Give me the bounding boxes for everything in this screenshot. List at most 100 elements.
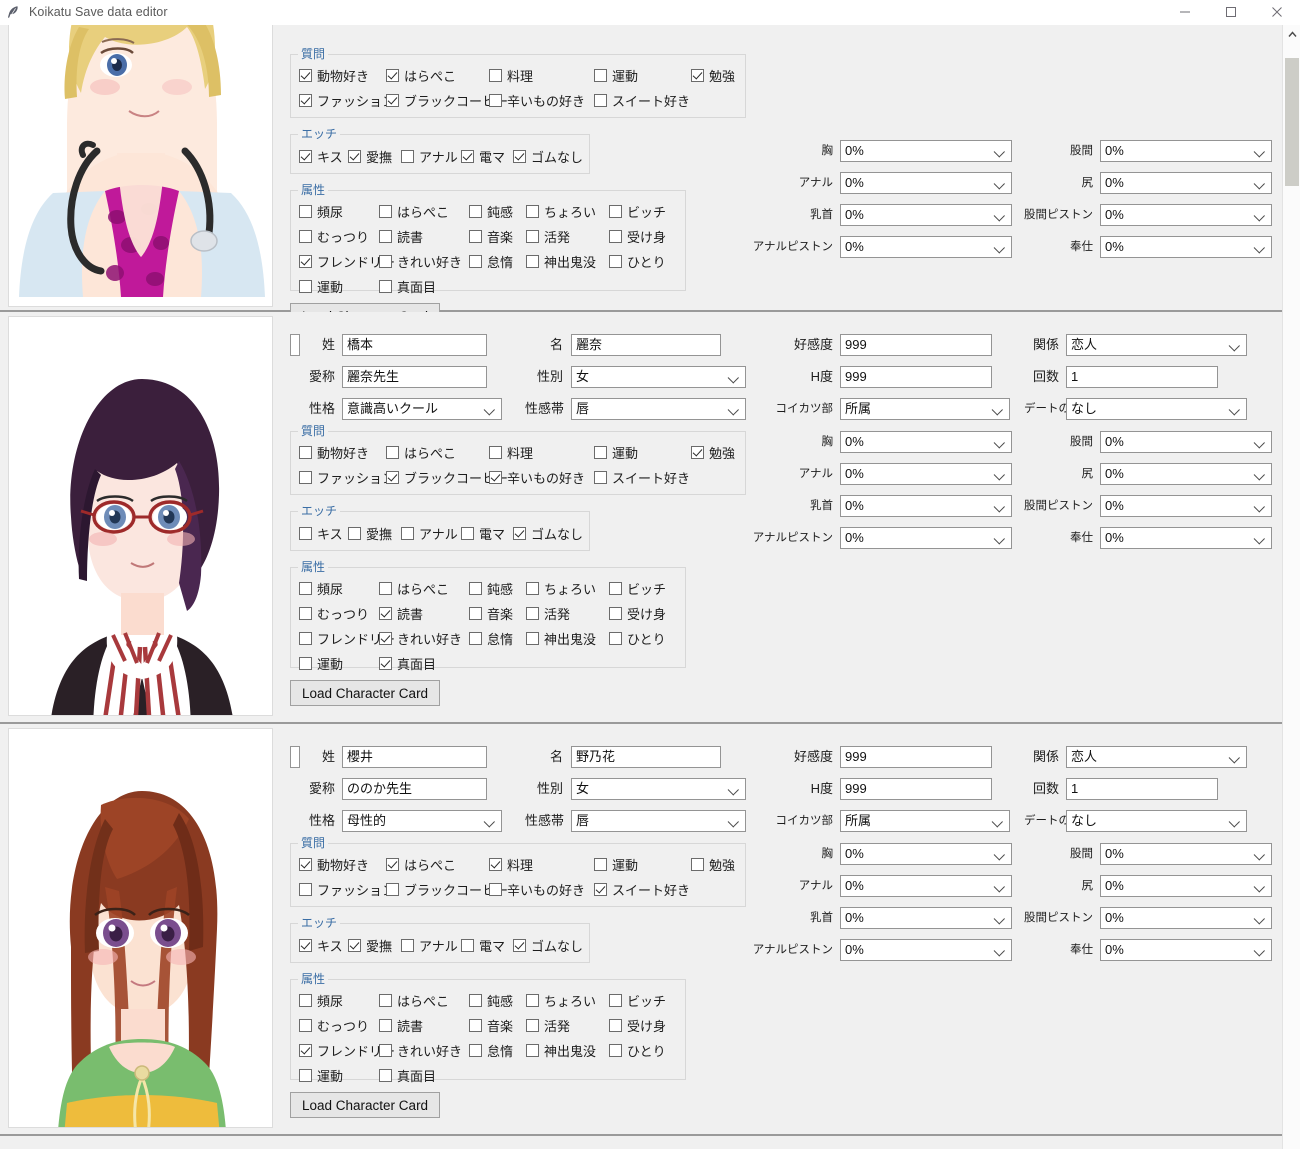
checkbox-box[interactable] (299, 149, 312, 163)
breast-select[interactable]: 0% (840, 843, 1012, 865)
given-name-input[interactable]: 麗奈 (571, 334, 721, 356)
question-checkbox-2[interactable]: 料理 (489, 855, 533, 873)
attribute-checkbox-9[interactable]: 受け身 (609, 227, 666, 245)
attribute-checkbox-5[interactable]: むっつり (299, 604, 369, 622)
checkbox-box[interactable] (299, 606, 312, 620)
checkbox-box[interactable] (386, 470, 399, 484)
checkbox-box[interactable] (299, 1043, 312, 1057)
checkbox-box[interactable] (469, 1018, 482, 1032)
attribute-checkbox-13[interactable]: 神出鬼没 (526, 629, 596, 647)
question-checkbox-1[interactable]: はらぺこ (386, 66, 456, 84)
checkbox-box[interactable] (386, 445, 399, 459)
nickname-input[interactable]: ののか先生 (342, 778, 487, 800)
checkbox-box[interactable] (489, 445, 502, 459)
ecchi-checkbox-4[interactable]: ゴムなし (513, 147, 583, 165)
checkbox-box[interactable] (299, 938, 312, 952)
checkbox-box[interactable] (299, 1068, 312, 1082)
checkbox-box[interactable] (526, 254, 539, 268)
relation-select[interactable]: 恋人 (1066, 746, 1247, 768)
nipple-select[interactable]: 0% (840, 495, 1012, 517)
spacer-field[interactable] (290, 334, 300, 356)
attribute-checkbox-8[interactable]: 活発 (526, 227, 570, 245)
attribute-checkbox-15[interactable]: 運動 (299, 1066, 343, 1084)
question-checkbox-2[interactable]: 料理 (489, 66, 533, 84)
checkbox-box[interactable] (691, 857, 704, 871)
attribute-checkbox-1[interactable]: はらぺこ (379, 579, 449, 597)
question-checkbox-3[interactable]: 運動 (594, 443, 638, 461)
ecchi-checkbox-4[interactable]: ゴムなし (513, 524, 583, 542)
checkbox-box[interactable] (379, 1018, 392, 1032)
checkbox-box[interactable] (594, 857, 607, 871)
checkbox-box[interactable] (401, 938, 414, 952)
service-select[interactable]: 0% (1100, 236, 1272, 258)
checkbox-box[interactable] (299, 470, 312, 484)
butt-select[interactable]: 0% (1100, 875, 1272, 897)
attribute-checkbox-5[interactable]: むっつり (299, 1016, 369, 1034)
attribute-checkbox-8[interactable]: 活発 (526, 604, 570, 622)
attribute-checkbox-7[interactable]: 音楽 (469, 604, 513, 622)
attribute-checkbox-11[interactable]: きれい好き (379, 1041, 462, 1059)
question-checkbox-1[interactable]: はらぺこ (386, 443, 456, 461)
checkbox-box[interactable] (469, 631, 482, 645)
checkbox-box[interactable] (469, 254, 482, 268)
checkbox-box[interactable] (299, 882, 312, 896)
attribute-checkbox-4[interactable]: ビッチ (609, 579, 666, 597)
crotch-piston-select[interactable]: 0% (1100, 204, 1272, 226)
nipple-select[interactable]: 0% (840, 907, 1012, 929)
minimize-button[interactable] (1162, 0, 1208, 25)
ecchi-checkbox-0[interactable]: キス (299, 936, 343, 954)
question-checkbox-5[interactable]: ファッション (299, 880, 395, 898)
attribute-checkbox-12[interactable]: 怠惰 (469, 252, 513, 270)
scroll-up-arrow-icon[interactable] (1283, 25, 1300, 43)
attribute-checkbox-16[interactable]: 真面目 (379, 654, 436, 672)
anal-piston-select[interactable]: 0% (840, 236, 1012, 258)
question-checkbox-8[interactable]: スイート好き (594, 468, 690, 486)
checkbox-box[interactable] (299, 93, 312, 107)
attribute-checkbox-15[interactable]: 運動 (299, 277, 343, 295)
crotch-piston-select[interactable]: 0% (1100, 495, 1272, 517)
attribute-checkbox-3[interactable]: ちょろい (526, 579, 596, 597)
ecchi-checkbox-2[interactable]: アナル (401, 936, 458, 954)
checkbox-box[interactable] (299, 631, 312, 645)
scrollbar-thumb[interactable] (1285, 58, 1299, 186)
attribute-checkbox-12[interactable]: 怠惰 (469, 1041, 513, 1059)
checkbox-box[interactable] (609, 606, 622, 620)
checkbox-box[interactable] (609, 581, 622, 595)
attribute-checkbox-16[interactable]: 真面目 (379, 277, 436, 295)
checkbox-box[interactable] (299, 526, 312, 540)
checkbox-box[interactable] (489, 93, 502, 107)
club-select[interactable]: 所属 (840, 810, 1010, 832)
question-checkbox-0[interactable]: 動物好き (299, 66, 369, 84)
attribute-checkbox-9[interactable]: 受け身 (609, 604, 666, 622)
attribute-checkbox-2[interactable]: 鈍感 (469, 991, 513, 1009)
attribute-checkbox-11[interactable]: きれい好き (379, 252, 462, 270)
checkbox-box[interactable] (526, 1018, 539, 1032)
crotch-piston-select[interactable]: 0% (1100, 907, 1272, 929)
checkbox-box[interactable] (386, 882, 399, 896)
erogenous-zone-select[interactable]: 唇 (571, 810, 746, 832)
checkbox-box[interactable] (299, 993, 312, 1007)
attribute-checkbox-0[interactable]: 頻尿 (299, 991, 343, 1009)
service-select[interactable]: 0% (1100, 939, 1272, 961)
checkbox-box[interactable] (379, 656, 392, 670)
ecchi-checkbox-1[interactable]: 愛撫 (348, 524, 392, 542)
ecchi-checkbox-2[interactable]: アナル (401, 524, 458, 542)
checkbox-box[interactable] (609, 1043, 622, 1057)
checkbox-box[interactable] (526, 581, 539, 595)
question-checkbox-8[interactable]: スイート好き (594, 880, 690, 898)
checkbox-box[interactable] (594, 93, 607, 107)
checkbox-box[interactable] (379, 1068, 392, 1082)
anal-select[interactable]: 0% (840, 172, 1012, 194)
attribute-checkbox-7[interactable]: 音楽 (469, 227, 513, 245)
question-checkbox-5[interactable]: ファッション (299, 91, 395, 109)
checkbox-box[interactable] (299, 581, 312, 595)
attribute-checkbox-0[interactable]: 頻尿 (299, 202, 343, 220)
relation-select[interactable]: 恋人 (1066, 334, 1247, 356)
checkbox-box[interactable] (348, 149, 361, 163)
personality-select[interactable]: 意識高いクール (342, 398, 502, 420)
attribute-checkbox-12[interactable]: 怠惰 (469, 629, 513, 647)
checkbox-box[interactable] (379, 1043, 392, 1057)
checkbox-box[interactable] (609, 254, 622, 268)
checkbox-box[interactable] (299, 279, 312, 293)
h-level-input[interactable]: 999 (840, 366, 992, 388)
